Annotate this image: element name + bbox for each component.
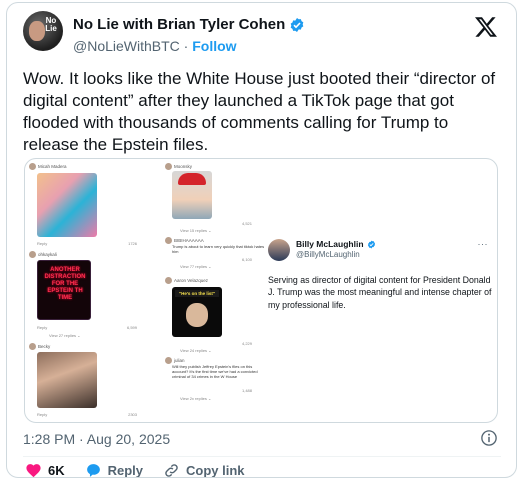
neon-sign-text: ANOTHER DISTRACTION FOR THE EPSTEIN TH T… (44, 267, 86, 301)
embedded-author-avatar (268, 239, 290, 261)
reply-bubble-icon (86, 464, 100, 477)
tiktok-comment-meta: 4,229 (241, 341, 252, 346)
user-avatar (29, 251, 36, 258)
tiktok-comment-text: Trump is about to learn very quickly tha… (172, 244, 265, 254)
tiktok-view-replies: View 24 replies ⌄ (180, 348, 212, 353)
tiktok-comment-user: Micah Madera (29, 163, 67, 170)
like-count: 6K (48, 463, 65, 478)
tiktok-comment-user: julian (165, 357, 185, 364)
verified-badge-icon (290, 17, 304, 32)
tweet-card: No Lie No Lie with Brian Tyler Cohen @No… (6, 2, 517, 478)
author-avatar[interactable]: No Lie (23, 11, 63, 51)
embedded-author-handle: @BillyMcLaughlin (296, 250, 360, 259)
author-handle-row: @NoLieWithBTC · Follow (73, 38, 237, 54)
like-button[interactable]: 6K (25, 462, 65, 478)
tiktok-comment-meta: Reply 6,599 (37, 325, 137, 330)
tiktok-view-replies: View 15 replies ⌄ (180, 228, 212, 233)
follow-button[interactable]: Follow (192, 38, 236, 54)
meme-label-text: "He's on the list" (175, 290, 219, 297)
tiktok-comment-user: Moonsky (165, 163, 192, 170)
action-divider (23, 456, 501, 457)
user-avatar (165, 277, 172, 284)
tiktok-comment-image (37, 173, 97, 237)
tiktok-comment-image (172, 171, 212, 219)
tiktok-comment-user: Becky (29, 343, 50, 350)
user-avatar (29, 343, 36, 350)
tiktok-comment-meta: 6,100 (241, 257, 252, 262)
tiktok-comment-user: BIBIHAAAAAA (165, 237, 204, 244)
info-icon[interactable] (480, 429, 498, 447)
tiktok-comment-meta: 4,521 (241, 221, 252, 226)
author-name-row: No Lie with Brian Tyler Cohen (73, 16, 305, 33)
tiktok-comment-text: Will they publish Jeffrey Epstein's file… (172, 364, 258, 379)
x-logo-icon[interactable] (474, 15, 498, 39)
tweet-timestamp[interactable]: 1:28 PM · Aug 20, 2025 (23, 431, 170, 447)
tiktok-comment-image (37, 352, 97, 408)
user-avatar (29, 163, 36, 170)
embedded-tweet: Billy McLaughlin @BillyMcLaughlin ··· Se… (268, 229, 494, 349)
tiktok-comment-image: ANOTHER DISTRACTION FOR THE EPSTEIN TH T… (37, 260, 91, 320)
copy-link-button[interactable]: Copy link (163, 462, 245, 478)
tiktok-comment-user: Aaron Velazquez (165, 277, 208, 284)
embedded-author-name-row: Billy McLaughlin (296, 239, 376, 249)
verified-badge-icon (367, 240, 375, 248)
tiktok-view-replies: View 27 replies ⌄ (49, 333, 81, 338)
tweet-actions: 6K Reply Copy link (25, 462, 265, 478)
link-icon (165, 464, 178, 477)
reply-label: Reply (107, 463, 144, 478)
meme-head-shape (186, 303, 208, 327)
tweet-text: Wow. It looks like the White House just … (23, 69, 496, 154)
user-avatar (165, 357, 172, 364)
tiktok-comments-right: Moonsky 4,521 View 15 replies ⌄ BIBIHAAA… (150, 159, 264, 422)
avatar-logo-text: No Lie (45, 16, 57, 33)
tiktok-comment-meta: Reply 1726 (37, 241, 137, 246)
heart-icon (26, 464, 41, 477)
copy-link-label: Copy link (186, 463, 245, 478)
embedded-author-name: Billy McLaughlin (296, 239, 364, 249)
tiktok-comment-meta: 1,488 (241, 388, 252, 393)
tiktok-view-replies: View 2x replies ⌄ (180, 396, 212, 401)
user-avatar (165, 163, 172, 170)
author-display-name[interactable]: No Lie with Brian Tyler Cohen (73, 16, 285, 33)
reply-button[interactable]: Reply (85, 462, 144, 478)
tiktok-comments-left: Micah Madera Reply 1726 ohkaykali ANOTHER… (25, 159, 145, 422)
tiktok-comment-user: ohkaykali (29, 251, 57, 258)
user-avatar (165, 237, 172, 244)
embedded-tweet-text: Serving as director of digital content f… (268, 275, 492, 310)
red-cap-shape (178, 173, 206, 185)
handle-separator: · (179, 38, 193, 54)
author-handle[interactable]: @NoLieWithBTC (73, 38, 180, 54)
more-options-icon: ··· (477, 239, 488, 249)
tiktok-view-replies: View 77 replies ⌄ (180, 264, 212, 269)
tiktok-comment-meta: Reply 2303 (37, 412, 137, 417)
tiktok-comment-image: "He's on the list" (172, 287, 222, 337)
tweet-media[interactable]: Micah Madera Reply 1726 ohkaykali ANOTHER… (24, 158, 498, 423)
